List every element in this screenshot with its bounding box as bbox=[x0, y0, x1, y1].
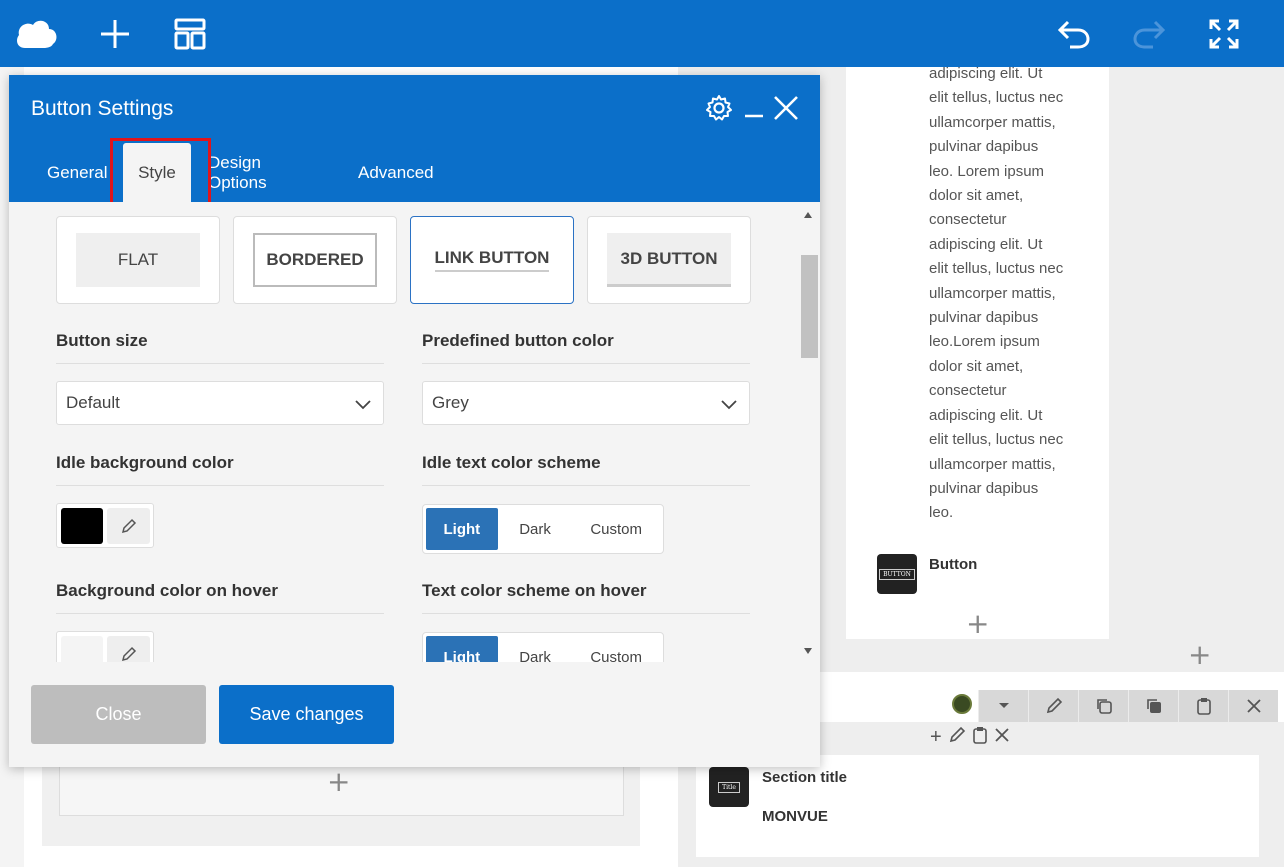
idle-bg-color-picker[interactable] bbox=[56, 503, 154, 548]
predefined-color-select[interactable]: Grey bbox=[422, 381, 750, 425]
section-title-label[interactable]: Section title bbox=[762, 769, 847, 786]
section-title-value: MONVUE bbox=[762, 808, 828, 825]
modal-scrollbar[interactable] bbox=[799, 202, 820, 662]
hover-text-scheme-toggle: Light Dark Custom bbox=[422, 632, 664, 662]
edit-pencil-icon[interactable] bbox=[1028, 690, 1078, 722]
copy-icon[interactable] bbox=[1128, 690, 1178, 722]
style-option-link-button[interactable]: LINK BUTTON bbox=[410, 216, 574, 304]
hover-scheme-custom[interactable]: Custom bbox=[572, 636, 660, 663]
chevron-down-icon bbox=[721, 395, 737, 415]
modal-footer: Close Save changes bbox=[9, 662, 820, 767]
hover-bg-label: Background color on hover bbox=[56, 581, 384, 614]
fullscreen-icon[interactable] bbox=[1202, 12, 1246, 56]
button-size-label: Button size bbox=[56, 331, 384, 364]
button-size-select[interactable]: Default bbox=[56, 381, 384, 425]
idle-bg-label: Idle background color bbox=[56, 453, 384, 486]
button-thumb-text: BUTTON bbox=[879, 568, 915, 580]
hover-bg-color-picker[interactable] bbox=[56, 631, 154, 662]
hover-scheme-dark[interactable]: Dark bbox=[498, 636, 573, 663]
minimize-icon[interactable] bbox=[739, 93, 769, 123]
section-mini-controls: + bbox=[930, 726, 1010, 750]
section-title-thumbnail[interactable]: Title bbox=[709, 767, 749, 807]
predefined-color-label: Predefined button color bbox=[422, 331, 750, 364]
idle-bg-swatch[interactable] bbox=[61, 508, 103, 544]
button-element-label[interactable]: Button bbox=[929, 556, 977, 573]
idle-scheme-custom[interactable]: Custom bbox=[572, 508, 660, 550]
hover-text-scheme-label: Text color scheme on hover bbox=[422, 581, 750, 614]
eyedropper-icon[interactable] bbox=[107, 508, 150, 544]
clone-icon[interactable] bbox=[1078, 690, 1128, 722]
tab-advanced[interactable]: Advanced bbox=[358, 143, 434, 202]
scroll-down-arrow-icon[interactable] bbox=[804, 648, 812, 654]
layout-icon[interactable] bbox=[168, 12, 212, 56]
paste-icon[interactable] bbox=[1178, 690, 1228, 722]
idle-scheme-dark[interactable]: Dark bbox=[498, 508, 573, 550]
add-element-plus-icon[interactable]: + bbox=[966, 610, 989, 638]
style-option-3d-button[interactable]: 3D BUTTON bbox=[587, 216, 751, 304]
avatar bbox=[952, 694, 972, 714]
lorem-text: adipiscing elit. Ut elit tellus, luctus … bbox=[929, 65, 1064, 522]
row-toolbar bbox=[978, 690, 1278, 722]
redo-icon[interactable] bbox=[1127, 12, 1171, 56]
save-changes-button[interactable]: Save changes bbox=[219, 685, 394, 744]
mini-paste-icon[interactable] bbox=[972, 726, 988, 750]
style-link-label: LINK BUTTON bbox=[434, 248, 550, 272]
style-option-flat[interactable]: FLAT bbox=[56, 216, 220, 304]
modal-body: FLAT BORDERED LINK BUTTON 3D BUTTON Butt… bbox=[9, 202, 799, 662]
close-button[interactable]: Close bbox=[31, 685, 206, 744]
mini-add-icon[interactable]: + bbox=[930, 726, 942, 750]
gear-icon[interactable] bbox=[704, 93, 734, 123]
button-settings-modal: Button Settings General Style Design Opt… bbox=[9, 75, 820, 767]
style-3d-label: 3D BUTTON bbox=[607, 233, 731, 287]
button-size-value: Default bbox=[66, 393, 120, 412]
scroll-up-arrow-icon[interactable] bbox=[804, 212, 812, 218]
modal-title: Button Settings bbox=[31, 97, 174, 120]
mini-close-icon[interactable] bbox=[994, 726, 1010, 750]
chevron-down-icon bbox=[355, 395, 371, 415]
style-bordered-label: BORDERED bbox=[253, 233, 377, 287]
section-thumb-text: Title bbox=[718, 781, 740, 793]
cloud-logo-icon[interactable] bbox=[15, 12, 59, 56]
close-icon[interactable] bbox=[771, 93, 801, 123]
style-flat-label: FLAT bbox=[76, 233, 200, 287]
button-element-thumbnail[interactable]: BUTTON bbox=[877, 554, 917, 594]
tab-general[interactable]: General bbox=[47, 143, 107, 202]
style-option-bordered[interactable]: BORDERED bbox=[233, 216, 397, 304]
scroll-thumb[interactable] bbox=[801, 255, 818, 358]
tab-design-options[interactable]: Design Options bbox=[208, 143, 267, 202]
idle-scheme-light[interactable]: Light bbox=[426, 508, 498, 550]
eyedropper-icon[interactable] bbox=[107, 636, 150, 662]
hover-bg-swatch[interactable] bbox=[61, 636, 103, 662]
idle-text-scheme-toggle: Light Dark Custom bbox=[422, 504, 664, 554]
predefined-color-value: Grey bbox=[432, 393, 469, 412]
dropdown-caret-icon[interactable] bbox=[978, 690, 1028, 722]
mini-edit-icon[interactable] bbox=[948, 726, 966, 750]
delete-close-icon[interactable] bbox=[1228, 690, 1278, 722]
add-column-plus-icon[interactable]: + bbox=[1188, 641, 1211, 669]
hover-scheme-light[interactable]: Light bbox=[426, 636, 498, 662]
top-toolbar bbox=[0, 0, 1284, 67]
idle-text-scheme-label: Idle text color scheme bbox=[422, 453, 750, 486]
plus-icon[interactable] bbox=[93, 12, 137, 56]
undo-icon[interactable] bbox=[1052, 12, 1096, 56]
add-element-plus-icon-left[interactable]: + bbox=[327, 768, 350, 796]
